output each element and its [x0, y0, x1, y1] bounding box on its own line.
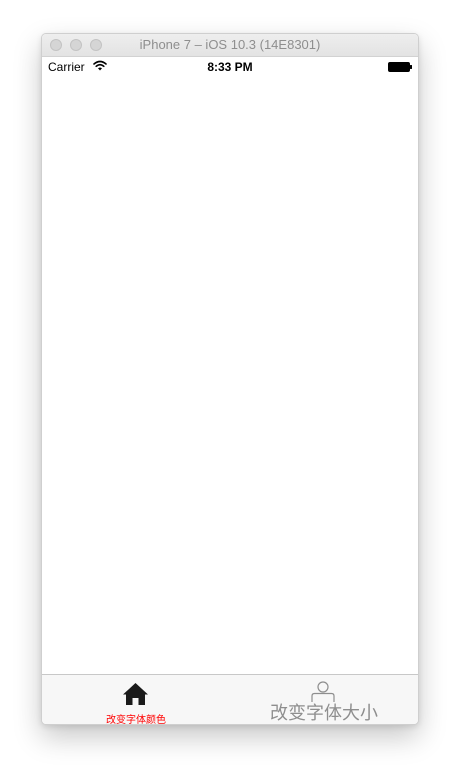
tab-change-font-color[interactable]: 改变字体颜色: [42, 675, 230, 724]
battery-icon: [388, 62, 412, 72]
simulator-window: iPhone 7 – iOS 10.3 (14E8301) Carrier 8:…: [41, 33, 419, 725]
status-time: 8:33 PM: [207, 60, 253, 74]
window-titlebar[interactable]: iPhone 7 – iOS 10.3 (14E8301): [42, 34, 418, 57]
desktop-background: iPhone 7 – iOS 10.3 (14E8301) Carrier 8:…: [0, 0, 459, 773]
tab-label-change-font-color: 改变字体颜色: [106, 715, 166, 725]
home-icon: [123, 683, 148, 705]
app-content-area: [42, 77, 418, 674]
window-title: iPhone 7 – iOS 10.3 (14E8301): [139, 37, 321, 52]
tab-label-change-font-size: 改变字体大小: [270, 703, 378, 723]
tab-change-font-size[interactable]: 改变字体大小: [230, 675, 418, 724]
status-bar: Carrier 8:33 PM: [42, 57, 418, 77]
tab-bar: 改变字体颜色 改变字体大小: [42, 674, 418, 724]
